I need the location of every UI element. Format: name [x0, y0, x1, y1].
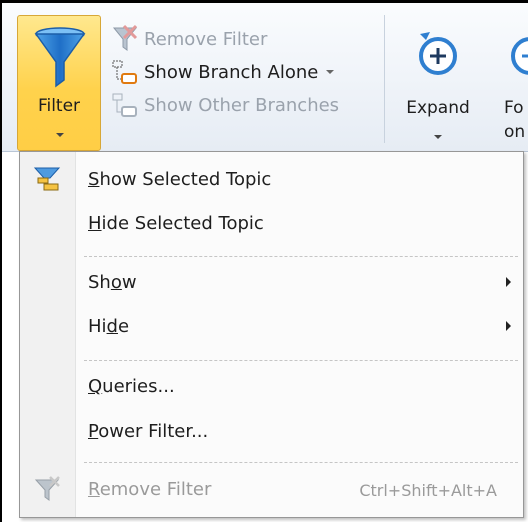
chevron-down-icon — [434, 135, 442, 139]
menu-item-show[interactable]: Show — [20, 261, 523, 305]
menu-item-label: Hide Selected Topic — [88, 213, 264, 234]
branch-icon — [110, 57, 144, 87]
ribbon-panel: Filter Remove Filter Show Branch Alone S… — [2, 3, 528, 152]
remove-filter-icon — [34, 476, 60, 501]
menu-separator — [84, 256, 518, 257]
remove-filter-button[interactable]: Remove Filter — [110, 23, 267, 55]
show-other-branches-button[interactable]: Show Other Branches — [110, 89, 339, 121]
menu-item-label: Show — [88, 272, 137, 293]
chevron-down-icon — [56, 133, 64, 137]
focus-icon — [511, 37, 528, 75]
submenu-arrow-icon — [506, 321, 511, 331]
menu-item-hide[interactable]: Hide — [20, 305, 523, 349]
menu-separator — [84, 360, 518, 361]
menu-item-label: Queries... — [88, 376, 175, 397]
expand-plus-icon — [419, 32, 457, 75]
show-branch-alone-label: Show Branch Alone — [144, 61, 319, 83]
funnel-icon — [34, 27, 86, 88]
chevron-down-icon — [326, 70, 335, 74]
menu-item-show-selected-topic[interactable]: Show Selected Topic — [20, 158, 523, 202]
menu-item-label: Show Selected Topic — [88, 169, 272, 190]
show-selected-topic-icon — [33, 167, 61, 191]
remove-filter-icon — [110, 24, 144, 54]
submenu-arrow-icon — [506, 277, 511, 287]
expand-label: Expand — [406, 98, 470, 118]
menu-item-shortcut: Ctrl+Shift+Alt+A — [359, 481, 497, 500]
branches-icon — [110, 90, 144, 120]
filter-label: Filter — [37, 96, 81, 116]
menu-item-hide-selected-topic[interactable]: Hide Selected Topic — [20, 202, 523, 246]
menu-separator — [84, 462, 518, 463]
show-branch-alone-button[interactable]: Show Branch Alone — [110, 56, 335, 88]
focus-label-line1: Fo — [504, 98, 524, 118]
menu-item-remove-filter[interactable]: Remove Filter Ctrl+Shift+Alt+A — [20, 468, 523, 512]
expand-button[interactable]: Expand — [396, 18, 480, 148]
menu-item-queries[interactable]: Queries... — [20, 365, 523, 409]
menu-item-label: Remove Filter — [88, 479, 212, 500]
filter-button[interactable]: Filter — [17, 15, 101, 151]
focus-label-line2: on T — [504, 122, 528, 142]
show-other-branches-label: Show Other Branches — [144, 94, 340, 116]
menu-item-label: Power Filter... — [88, 421, 209, 442]
menu-item-label: Hide — [88, 316, 130, 337]
menu-item-power-filter[interactable]: Power Filter... — [20, 410, 523, 454]
remove-filter-label: Remove Filter — [144, 28, 268, 50]
ribbon-separator — [384, 15, 385, 143]
focus-on-topic-button[interactable]: Fo on T — [492, 18, 528, 148]
filter-dropdown-menu: Show Selected Topic Hide Selected Topic … — [19, 151, 524, 518]
